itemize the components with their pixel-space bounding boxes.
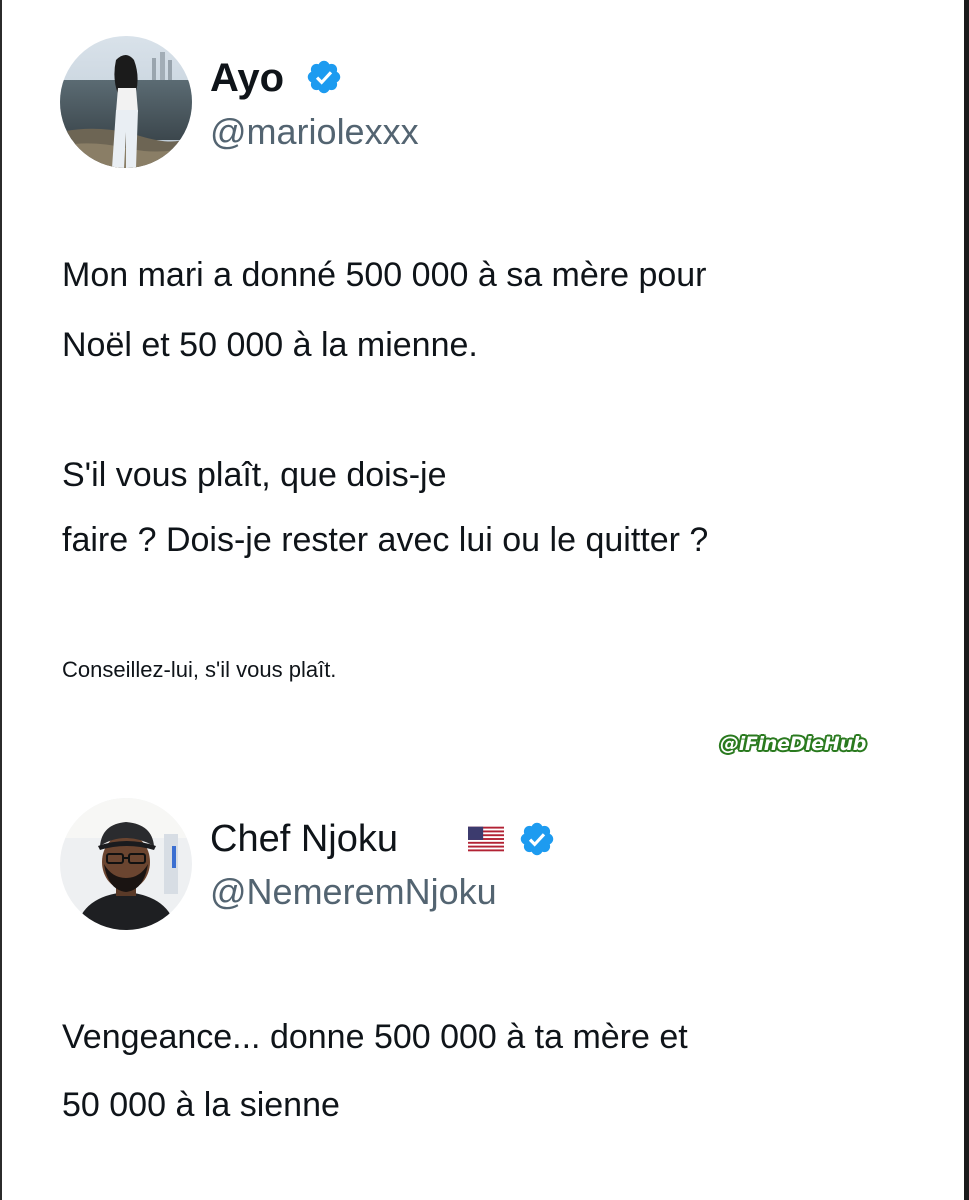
frame-edge: [964, 0, 969, 1200]
watermark: @iFineDieHub: [720, 733, 867, 755]
verified-badge-icon: [307, 60, 341, 94]
display-name[interactable]: Ayo: [210, 58, 284, 98]
reply-text-line: Vengeance... donne 500 000 à ta mère et: [62, 1018, 688, 1056]
screenshot-canvas: Ayo @mariolexxx Mon mari a donné 500 000…: [2, 0, 964, 1200]
post-text-line: Mon mari a donné 500 000 à sa mère pour: [62, 256, 707, 294]
display-name[interactable]: Chef Njoku: [210, 820, 398, 858]
avatar-ayo[interactable]: [60, 36, 192, 168]
user-handle[interactable]: @mariolexxx: [210, 114, 419, 150]
post-note: Conseillez-lui, s'il vous plaît.: [62, 657, 337, 682]
verified-badge-icon: [520, 822, 554, 856]
post-text-line: Noël et 50 000 à la mienne.: [62, 326, 478, 364]
reply-text-line: 50 000 à la sienne: [62, 1086, 340, 1124]
post-text-line: S'il vous plaît, que dois-je: [62, 456, 447, 494]
avatar-chef-njoku[interactable]: [60, 798, 192, 930]
user-handle[interactable]: @NemeremNjoku: [210, 874, 497, 910]
post-text-line: faire ? Dois-je rester avec lui ou le qu…: [62, 521, 709, 559]
us-flag-icon: [468, 826, 504, 852]
